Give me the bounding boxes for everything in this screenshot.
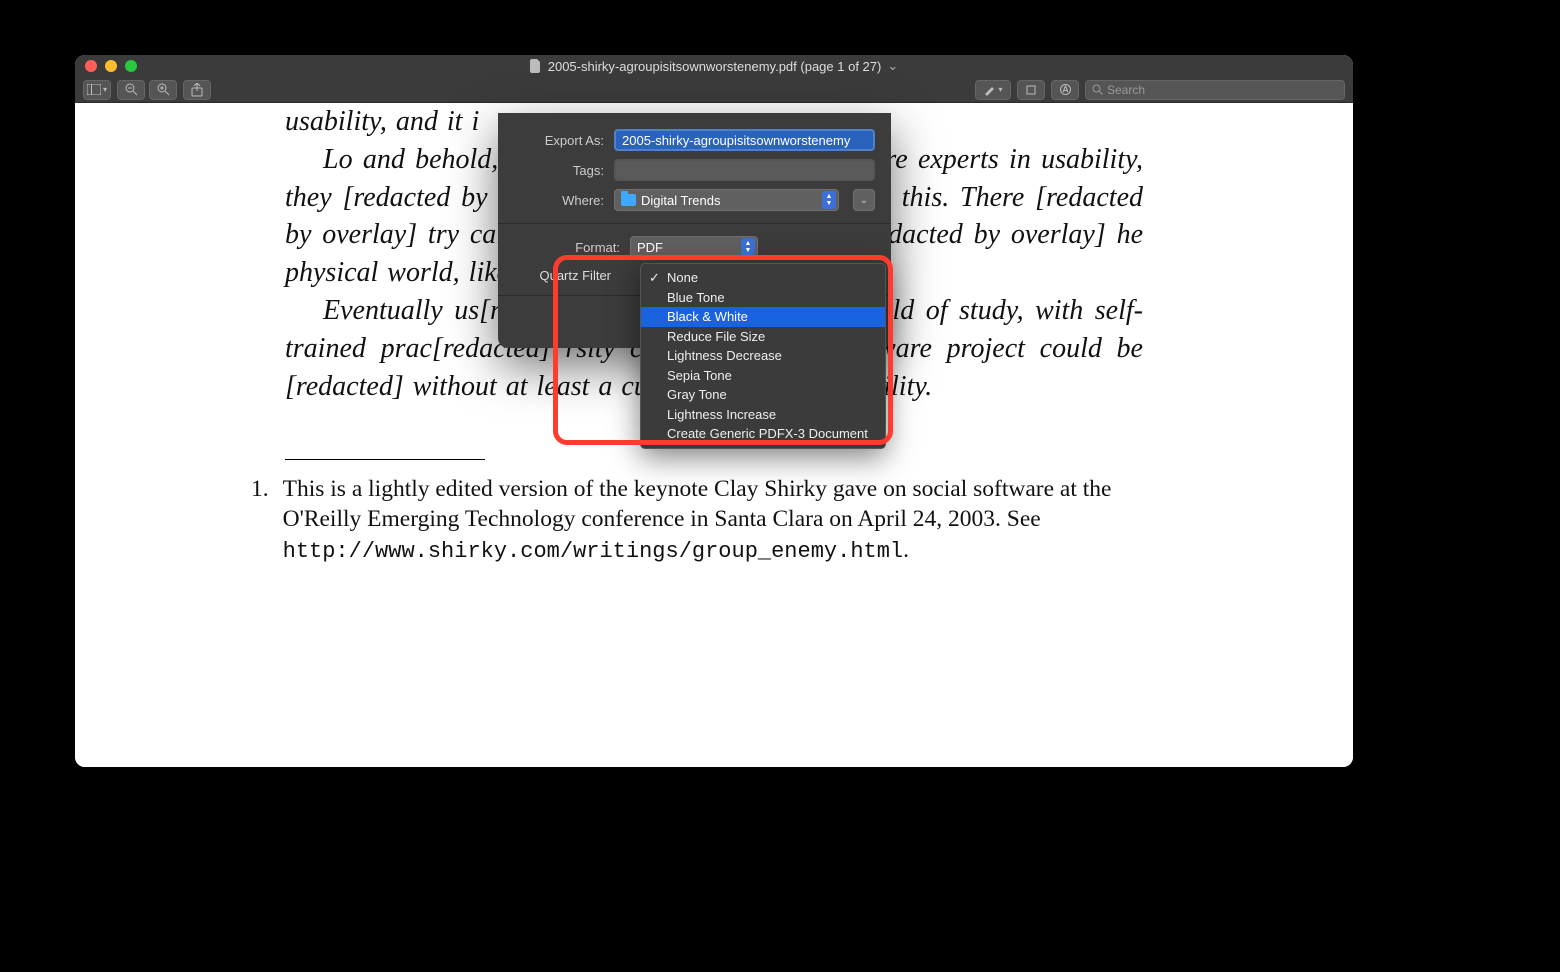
where-popup[interactable]: Digital Trends ▲▼ <box>614 189 839 211</box>
rotate-button[interactable] <box>1017 80 1045 100</box>
quartz-filter-option[interactable]: None <box>641 268 885 288</box>
quartz-filter-option[interactable]: Blue Tone <box>641 288 885 308</box>
toolbar: ▾ ▾ Search <box>75 77 1353 103</box>
minimize-button[interactable] <box>105 60 117 72</box>
export-as-label: Export As: <box>514 133 604 148</box>
quartz-filter-option[interactable]: Gray Tone <box>641 385 885 405</box>
quartz-filter-option[interactable]: Reduce File Size <box>641 327 885 347</box>
footnote-text: This is a lightly edited version of the … <box>283 476 1112 532</box>
updown-icon: ▲▼ <box>822 191 836 209</box>
footnote-number: 1. <box>251 474 269 565</box>
where-value: Digital Trends <box>641 193 720 208</box>
window-title: 2005-shirky-agroupisitsownworstenemy.pdf… <box>75 58 1353 74</box>
quartz-filter-option[interactable]: Lightness Decrease <box>641 346 885 366</box>
quartz-filter-label: Quartz Filter <box>514 266 611 283</box>
quartz-filter-option[interactable]: Sepia Tone <box>641 366 885 386</box>
zoom-out-button[interactable] <box>117 80 145 100</box>
export-as-field[interactable]: 2005-shirky-agroupisitsownworstenemy <box>614 129 875 151</box>
where-label: Where: <box>514 193 604 208</box>
footnote-rule <box>285 459 485 460</box>
format-value: PDF <box>637 240 663 255</box>
quartz-filter-option[interactable]: Lightness Increase <box>641 405 885 425</box>
search-icon <box>1092 84 1103 95</box>
quartz-filter-option[interactable]: Create Generic PDFX-3 Document <box>641 424 885 444</box>
footnote: 1. This is a lightly edited version of t… <box>251 474 1143 565</box>
zoom-in-button[interactable] <box>149 80 177 100</box>
folder-icon <box>621 194 636 206</box>
format-label: Format: <box>498 240 620 255</box>
maximize-button[interactable] <box>125 60 137 72</box>
updown-icon: ▲▼ <box>741 238 755 256</box>
format-popup[interactable]: PDF ▲▼ <box>630 236 758 258</box>
traffic-lights <box>85 60 137 72</box>
chevron-down-icon[interactable]: ⌄ <box>887 58 898 74</box>
close-button[interactable] <box>85 60 97 72</box>
share-button[interactable] <box>183 80 211 100</box>
quartz-filter-option[interactable]: Black & White <box>641 307 885 327</box>
quartz-filter-menu[interactable]: NoneBlue ToneBlack & WhiteReduce File Si… <box>640 263 886 449</box>
tags-label: Tags: <box>514 163 604 178</box>
markup-toolbar-button[interactable] <box>1051 80 1079 100</box>
markup-button[interactable]: ▾ <box>975 80 1011 100</box>
titlebar: 2005-shirky-agroupisitsownworstenemy.pdf… <box>75 55 1353 77</box>
footnote-url: http://www.shirky.com/writings/group_ene… <box>283 539 904 564</box>
tags-field[interactable] <box>614 159 875 181</box>
search-input[interactable]: Search <box>1085 80 1345 100</box>
document-icon <box>530 59 542 73</box>
sidebar-toggle-button[interactable]: ▾ <box>83 80 111 100</box>
expand-where-button[interactable]: ⌄ <box>853 189 875 211</box>
search-placeholder: Search <box>1107 83 1145 97</box>
